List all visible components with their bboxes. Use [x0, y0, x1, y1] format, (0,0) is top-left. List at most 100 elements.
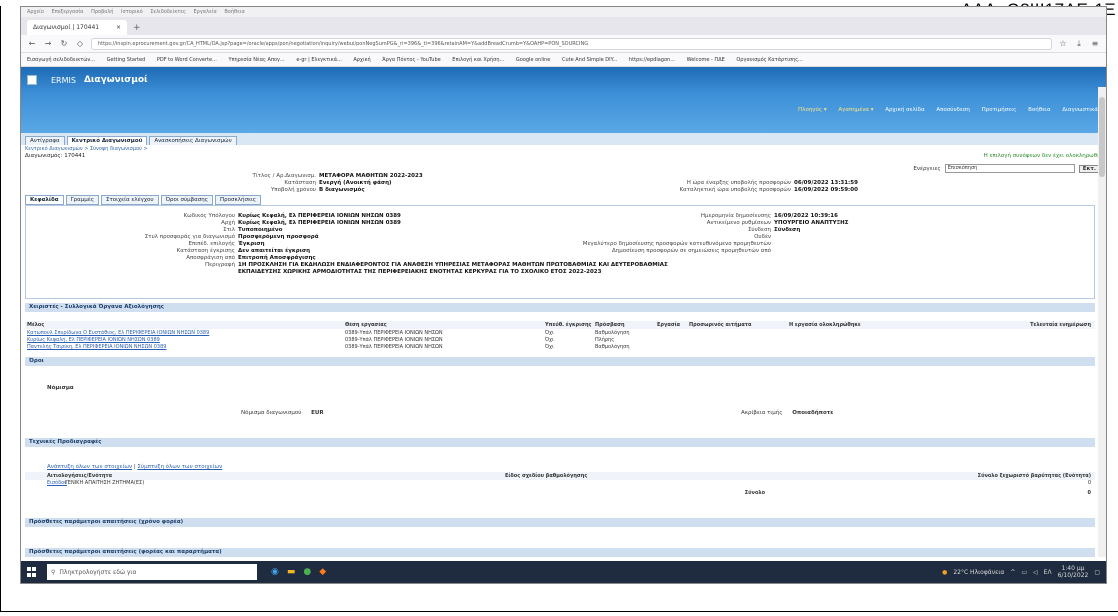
back-icon[interactable]: ← — [27, 39, 37, 48]
bookmark-item[interactable]: Άργα Πόντος - YouTube — [382, 57, 440, 63]
tab-controls[interactable]: Στοιχεία ελέγχου — [100, 195, 159, 205]
favorites-link[interactable]: Αγαπημένα ▾ — [838, 107, 873, 113]
shield-icon[interactable]: ◇ — [75, 39, 85, 48]
tab-invitations[interactable]: Προσκλήσεις — [215, 195, 262, 205]
bookmark-item[interactable]: Οργανισμός Κατάρτισης... — [736, 57, 803, 63]
expand-all-link[interactable]: Ανάπτυξη όλων των στοιχείων — [47, 464, 132, 470]
bookmark-item[interactable]: https://epdiagon... — [629, 57, 675, 63]
tab-copies[interactable]: Αντίγραφα — [25, 136, 65, 145]
menu-tools[interactable]: Εργαλεία — [194, 9, 217, 15]
close-icon[interactable]: × — [116, 24, 121, 31]
taskbar: ⚲ Πληκτρολογήστε εδώ για ◉ ▬ ● ◆ ● 22°C … — [21, 561, 1106, 583]
forward-icon[interactable]: → — [43, 39, 53, 48]
chevron-up-icon[interactable]: ^ — [1010, 569, 1015, 576]
document-id: Διαγωνισμός: 170441 — [25, 153, 86, 159]
go-button[interactable]: Εκτ. — [1078, 164, 1100, 173]
diagnostics-link[interactable]: Διαγνωστικά — [1062, 107, 1098, 113]
col-approver: Υπεύθ. έγκρισης — [545, 322, 592, 328]
browser-tab[interactable]: Διαγωνισμοί | 170441 × — [27, 20, 127, 35]
network-icon[interactable]: ▭ — [1021, 569, 1027, 576]
menu-icon[interactable]: ≡ — [1090, 39, 1100, 48]
edge-icon[interactable]: ◉ — [271, 567, 279, 577]
logout-link[interactable]: Αποσύνδεση — [936, 107, 970, 113]
url-bar[interactable]: https://inspin.eprocurement.gov.gr/CA_HT… — [91, 37, 1052, 50]
total-row: Σύνολο 0 — [25, 490, 1095, 496]
bookmark-item[interactable]: Επιλογή και Χρήση... — [452, 57, 504, 63]
detail-label: Αποσφράγιση από — [186, 255, 235, 261]
table-row: Παντελής Τσιρίκη, Ελ ΠΕΡΙΦΕΡΕΙΑ ΙΟΝΙΩΝ Ν… — [25, 344, 1095, 350]
breadcrumb[interactable]: Κεντρικό Διαγωνισμών > Σύνοψη διαγωνισμο… — [21, 145, 1106, 153]
expand-links: Ανάπτυξη όλων των στοιχείων | Σύμπτυξη ό… — [47, 464, 223, 470]
star-icon[interactable]: ☆ — [1058, 39, 1068, 48]
col-last-update: Τελευταία ενημέρωση — [1030, 322, 1091, 328]
bookmark-item[interactable]: Αρχική — [353, 57, 370, 63]
bookmark-item[interactable]: Getting Started — [107, 57, 146, 63]
menu-history[interactable]: Ιστορικό — [121, 9, 143, 15]
bookmark-item[interactable]: e-gr | Ελεγκτικά... — [296, 57, 341, 63]
firefox-icon[interactable]: ◆ — [319, 567, 326, 577]
bookmark-item[interactable]: PDF to Word Converte... — [157, 57, 217, 63]
sub-tabs: Κεφαλίδα Γραμμές Στοιχεία ελέγχου Όροι σ… — [25, 195, 262, 205]
bookmark-item[interactable]: Google online — [516, 57, 550, 63]
language-indicator[interactable]: ΕΛ — [1044, 569, 1052, 576]
col-member: Μέλος — [27, 322, 45, 328]
help-link[interactable]: Βοήθεια — [1028, 107, 1050, 113]
notification-icon[interactable]: ▢ — [1094, 569, 1100, 576]
member-link[interactable]: Κυρίως Κεφαλή, Ελ ΠΕΡΙΦΕΡΕΙΑ ΙΟΝΙΩΝ ΝΗΣΩ… — [25, 337, 345, 343]
preferences-link[interactable]: Προτιμήσεις — [982, 107, 1017, 113]
menu-bookmarks[interactable]: Σελιδοδείκτες — [150, 9, 186, 15]
detail-label: Κωδικός Υπόλογου — [183, 213, 235, 219]
bookmark-item[interactable]: Υπηρεσία Νέας Απογ... — [228, 57, 284, 63]
app-brand: ERMIS — [51, 75, 76, 85]
tab-reviews[interactable]: Ανασκοπήσεις Διαγωνισμών — [149, 136, 237, 145]
actions-row: Ενέργειες Επισκόπηση Εκτ. — [913, 164, 1100, 173]
col-section: Αιτιολογήσεις/Ενότητα — [47, 473, 113, 479]
tab-tender-center[interactable]: Κεντρικό Διαγωνισμού — [66, 136, 148, 145]
clock[interactable]: 1:40 μμ 6/10/2022 — [1058, 565, 1089, 579]
folder-icon[interactable]: ▬ — [287, 567, 296, 577]
chrome-icon[interactable]: ● — [303, 567, 311, 577]
browser-navbar: ← → ↻ ◇ https://inspin.eprocurement.gov.… — [21, 35, 1106, 53]
menu-file[interactable]: Αρχείο — [27, 9, 44, 15]
menu-view[interactable]: Προβολή — [91, 9, 113, 15]
collapse-all-link[interactable]: Σύμπτυξη όλων των στοιχείων — [137, 464, 222, 470]
bookmark-item[interactable]: Cute And Simple DIY... — [562, 57, 617, 63]
new-tab-icon[interactable]: + — [133, 23, 141, 35]
detail-value: Κυρίως Κεφαλή, Ελ ΠΕΡΙΦΕΡΕΙΑ ΙΟΝΙΩΝ ΝΗΣΩ… — [238, 213, 401, 219]
header-info-right: Η ώρα έναρξης υποβολής προσφορών 06/09/20… — [661, 180, 857, 194]
currency-heading: Νόμισμα — [47, 385, 74, 391]
download-icon[interactable]: ⤓ — [1074, 39, 1084, 49]
bookmark-item[interactable]: Welcome - ΠΔΕ — [687, 57, 725, 63]
navigator-link[interactable]: Πλοηγός ▾ — [798, 107, 827, 113]
status-message[interactable]: Η επιλογή συνόψεων δεν έχει ολοκληρωθεί — [984, 153, 1102, 159]
home-link[interactable]: Αρχική σελίδα — [885, 107, 924, 113]
table-cell: Βαθμολόγηση — [595, 344, 630, 350]
details-right: Ημερομηνία δημοσίευσης 16/09/2022 10:39:1… — [541, 213, 849, 255]
menu-edit[interactable]: Επεξεργασία — [52, 9, 84, 15]
header-info-left: Τίτλος / Αρ.Διαγωνισμ. ΜΕΤΑΦΟΡΑ ΜΑΘΗΤΩΝ 2… — [221, 173, 422, 194]
weather-text[interactable]: 22°C Ηλιοφάνεια — [953, 569, 1004, 576]
section-extra-1: Πρόσθετες παράμετροι απαιτήσεις (χρόνο φ… — [25, 518, 1095, 527]
entry-link[interactable]: Εισόδου — [25, 480, 67, 486]
member-link[interactable]: Κατωπούλ Σπυρίδωνα Ο Ευστάθιος, Ελ ΠΕΡΙΦ… — [25, 330, 345, 336]
detail-label: Μεγαλύτερο δημοσίευσης προσφορών κατευθυ… — [582, 241, 771, 247]
menu-help[interactable]: Βοήθεια — [224, 9, 244, 15]
info-value: Ενεργή (Ανοικτή φάση) — [319, 180, 392, 186]
reload-icon[interactable]: ↻ — [59, 39, 69, 48]
tab-lines[interactable]: Γραμμές — [65, 195, 99, 205]
bookmark-item[interactable]: Εισαγωγή σελιδοδεικτών... — [27, 57, 95, 63]
tab-terms[interactable]: Όροι σύμβασης — [160, 195, 213, 205]
tab-header[interactable]: Κεφαλίδα — [25, 195, 64, 205]
table-cell: Όχι — [545, 330, 554, 336]
actions-select[interactable]: Επισκόπηση — [944, 164, 1075, 173]
detail-label: Στυλ προσφοράς για διαγωνισμό — [144, 234, 235, 240]
detail-value: 1Η ΠΡΟΣΚΛΗΣΗ ΓΙΑ ΕΚΔΗΛΩΣΗ ΕΝΔΙΑΦΕΡΟΝΤΟΣ … — [238, 262, 668, 268]
taskbar-apps: ◉ ▬ ● ◆ — [271, 567, 326, 577]
detail-value: Επιτροπή Αποσφράγισης — [238, 255, 316, 261]
page: ΑΔΑ: Ω8Ψ17ΛΕ-1Ξ Αρχείο Επεξεργασία Προβο… — [0, 0, 1118, 616]
windows-start-icon[interactable] — [27, 567, 37, 577]
taskbar-search[interactable]: ⚲ Πληκτρολογήστε εδώ για — [47, 564, 257, 580]
member-link[interactable]: Παντελής Τσιρίκη, Ελ ΠΕΡΙΦΕΡΕΙΑ ΙΟΝΙΩΝ Ν… — [25, 344, 345, 350]
volume-icon[interactable]: ◁ — [1033, 569, 1038, 576]
scrollbar-thumb[interactable] — [1099, 97, 1105, 177]
